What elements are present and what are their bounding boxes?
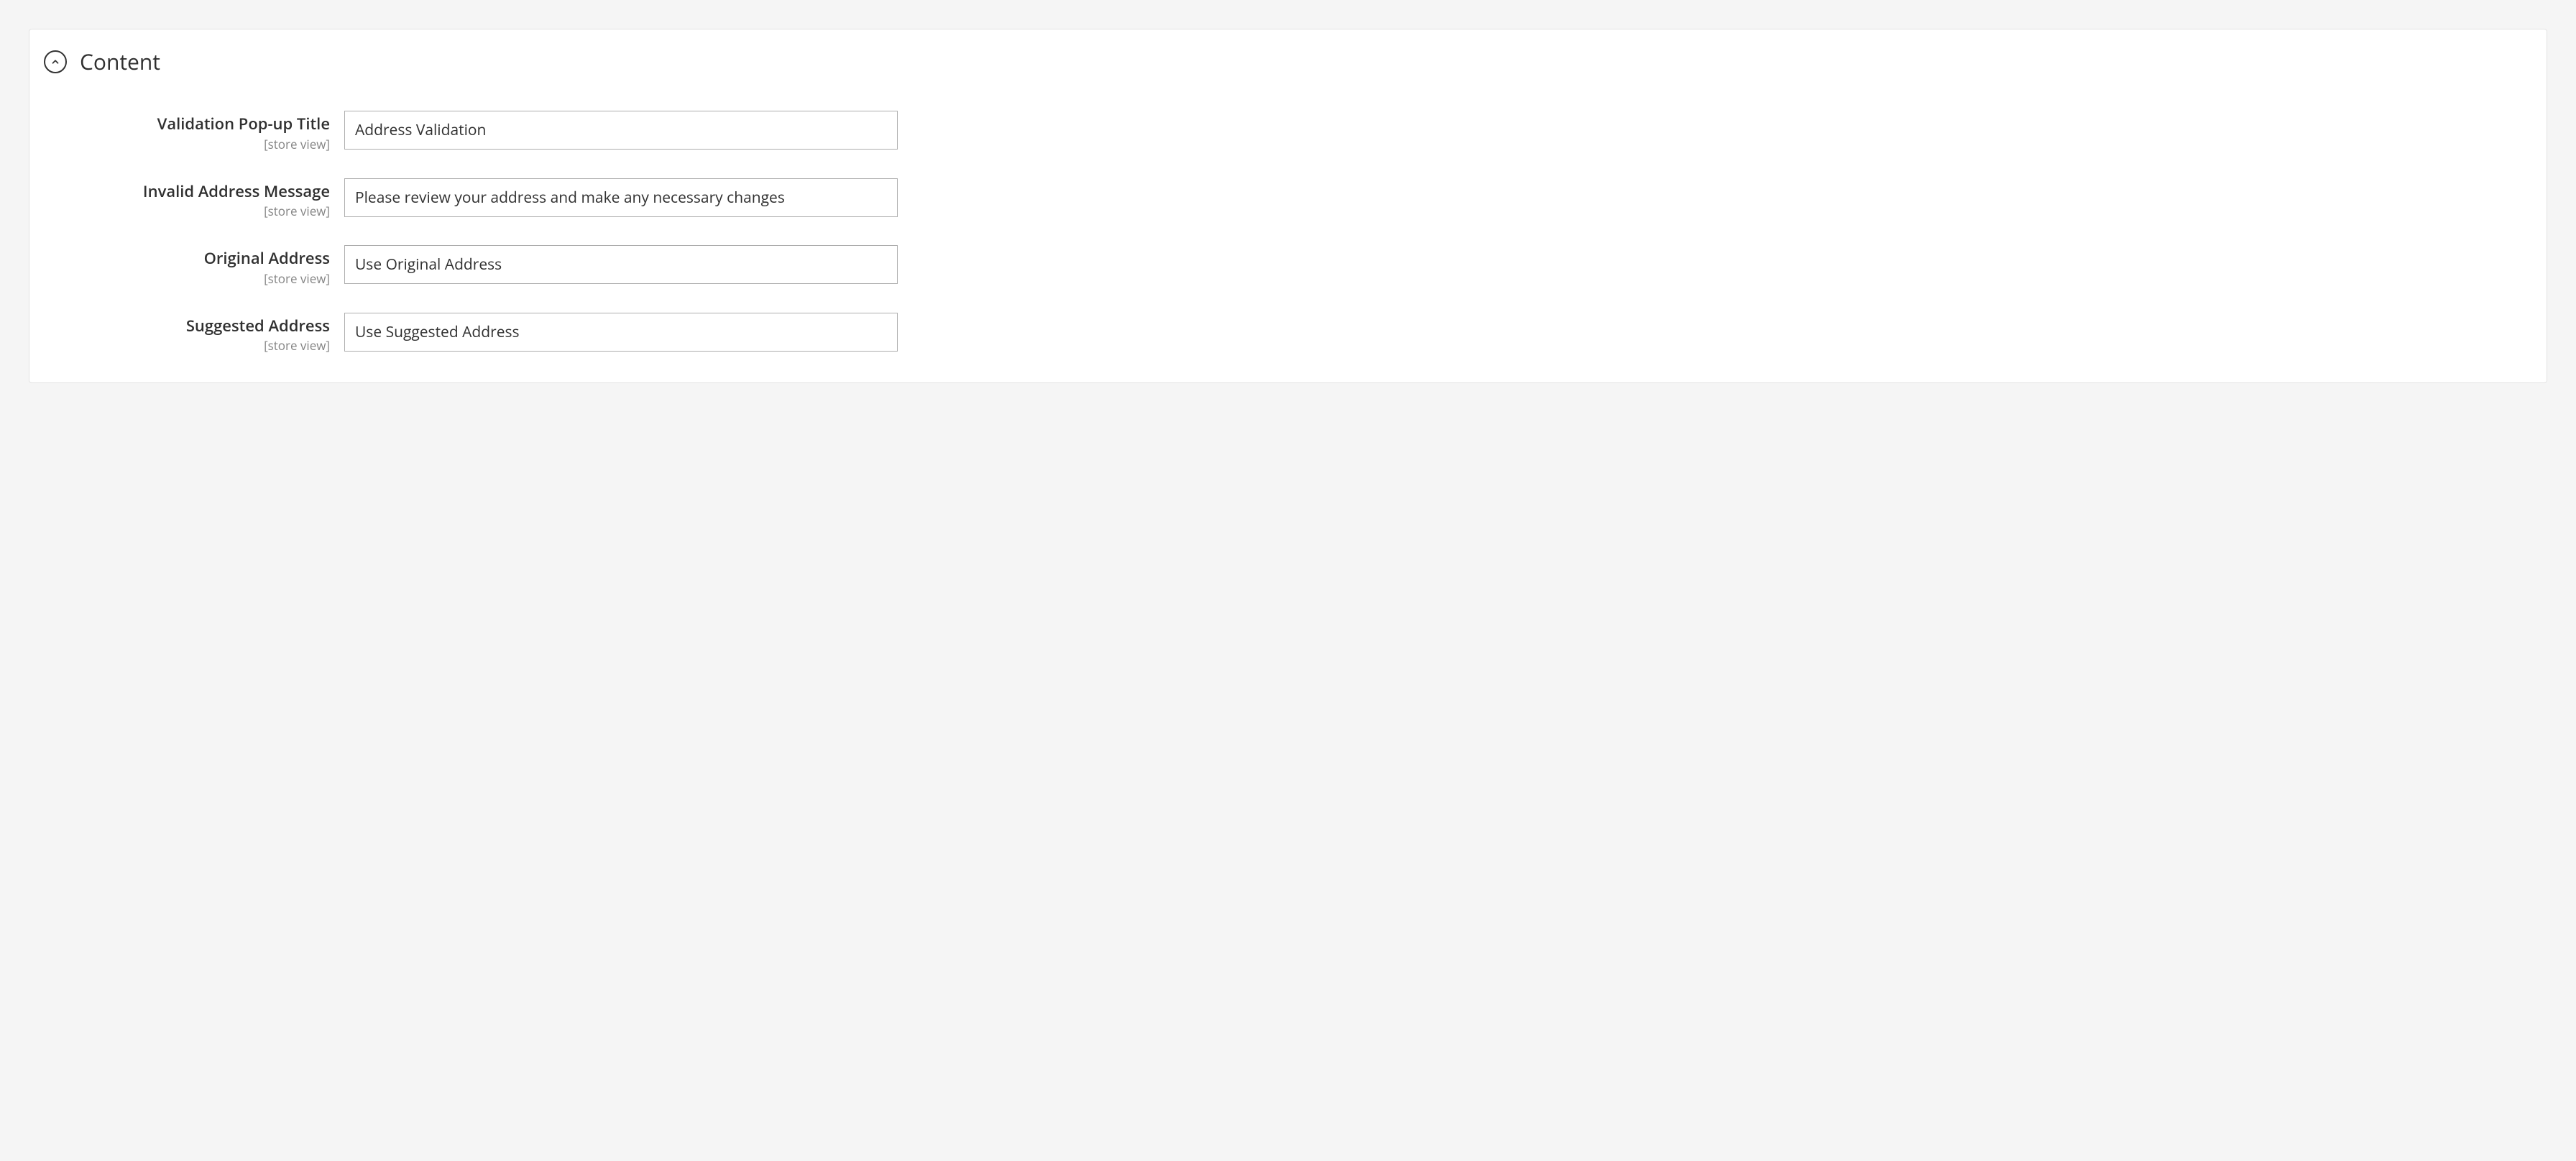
label-column: Original Address [store view] xyxy=(50,245,330,287)
input-column xyxy=(344,178,2524,217)
label-column: Invalid Address Message [store view] xyxy=(50,178,330,220)
input-column xyxy=(344,313,2524,352)
chevron-up-icon xyxy=(44,50,67,73)
field-row-validation-title: Validation Pop-up Title [store view] xyxy=(50,111,2524,152)
input-column xyxy=(344,245,2524,284)
field-label: Suggested Address xyxy=(50,316,330,336)
field-scope: [store view] xyxy=(50,136,330,152)
label-column: Validation Pop-up Title [store view] xyxy=(50,111,330,152)
validation-title-input[interactable] xyxy=(344,111,898,150)
section-title: Content xyxy=(80,47,160,76)
form-rows: Validation Pop-up Title [store view] Inv… xyxy=(44,111,2524,354)
field-row-original-address: Original Address [store view] xyxy=(50,245,2524,287)
field-label: Invalid Address Message xyxy=(50,181,330,202)
field-label: Original Address xyxy=(50,248,330,269)
field-label: Validation Pop-up Title xyxy=(50,114,330,134)
suggested-address-input[interactable] xyxy=(344,313,898,352)
field-scope: [store view] xyxy=(50,203,330,219)
original-address-input[interactable] xyxy=(344,245,898,284)
field-row-suggested-address: Suggested Address [store view] xyxy=(50,313,2524,354)
label-column: Suggested Address [store view] xyxy=(50,313,330,354)
invalid-message-input[interactable] xyxy=(344,178,898,217)
content-section-panel: Content Validation Pop-up Title [store v… xyxy=(29,29,2547,383)
input-column xyxy=(344,111,2524,150)
section-header-toggle[interactable]: Content xyxy=(44,47,2524,76)
field-scope: [store view] xyxy=(50,337,330,354)
field-scope: [store view] xyxy=(50,270,330,287)
field-row-invalid-message: Invalid Address Message [store view] xyxy=(50,178,2524,220)
